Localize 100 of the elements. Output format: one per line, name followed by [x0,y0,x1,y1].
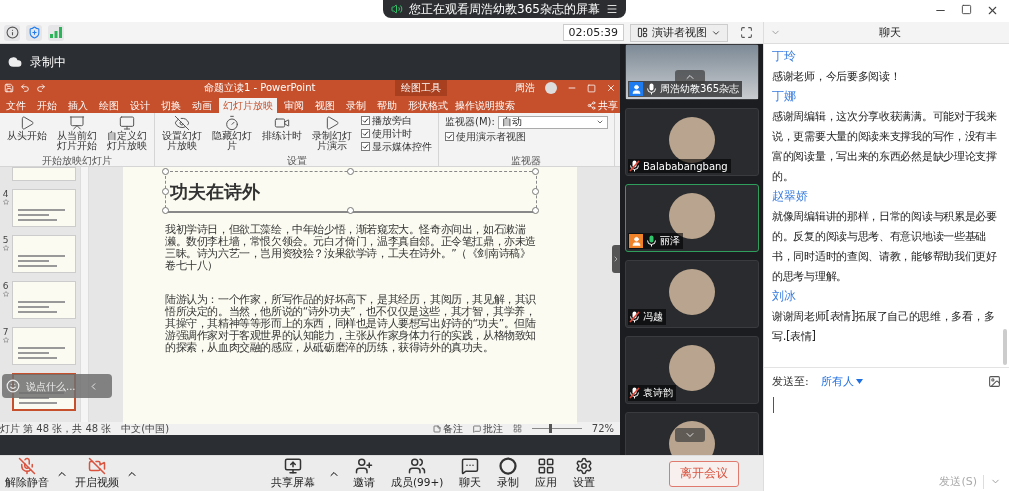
view-icon[interactable] [512,424,522,433]
redo-icon[interactable] [36,83,46,93]
ribbon-button[interactable]: 自定义幻灯片放映 [103,115,151,155]
share-icon [587,101,596,110]
slide-thumbnail[interactable] [12,189,76,227]
language: 中文(中国) [121,422,170,435]
ribbon-button[interactable]: 从头开始 [3,115,51,155]
checkbox-option[interactable]: 显示媒体控件 [361,141,432,152]
ribbon-tab[interactable]: 动画 [188,98,216,113]
image-icon[interactable] [988,375,1001,388]
resize-handle[interactable] [162,168,169,175]
participant-tile[interactable]: 袁诗韵 [625,336,759,404]
ribbon-tab[interactable]: 绘图 [95,98,123,113]
resize-handle[interactable] [162,207,169,214]
ribbon-button[interactable]: 设置幻灯片放映 [158,115,206,155]
comment-field-toast[interactable]: 说点什么... [2,374,112,398]
avatar [669,117,715,163]
toolbar-button[interactable]: 共享屏幕 [268,457,318,490]
search-field[interactable]: 操作说明搜索 [455,98,515,113]
undo-icon[interactable] [20,83,30,93]
comment-icon [472,424,481,433]
checkbox-option[interactable]: 使用演示者视图 [445,131,608,142]
slide-thumbnail[interactable] [12,235,76,273]
notes-button[interactable]: 备注 [432,422,463,435]
recipient-dropdown[interactable]: 所有人 [820,374,863,389]
checkbox[interactable] [361,129,370,138]
ribbon-tab[interactable]: 帮助 [373,98,401,113]
notes-icon [432,424,441,433]
ribbon-button[interactable]: 隐藏幻灯片 [208,115,256,155]
participant-tile[interactable]: Balababangbang [625,108,759,176]
resize-handle[interactable] [532,187,539,195]
slide-thumbnail[interactable] [12,281,76,319]
resize-handle[interactable] [532,207,539,214]
ribbon-tab[interactable]: 审阅 [280,98,308,113]
zoom-thumb[interactable] [549,424,553,433]
chat-bubble-icon [461,457,480,475]
cloud-icon [8,55,22,69]
ribbon-button[interactable]: 排练计时 [258,115,306,155]
menu-icon[interactable] [605,3,618,15]
toolbar-button[interactable]: 邀请 [350,457,378,490]
info-icon[interactable] [4,24,20,41]
resize-handle[interactable] [532,168,539,175]
ribbon-tab[interactable]: 插入 [64,98,92,113]
resize-handle[interactable] [162,187,169,195]
checkbox-option[interactable]: 播放旁白 [361,115,432,126]
title-textbox[interactable]: 功夫在诗外 [165,171,537,213]
avatar[interactable] [545,82,557,94]
monitor-select[interactable]: 自动 [497,115,608,129]
ribbon-tab[interactable]: 录制 [342,98,370,113]
ribbon-tab[interactable]: 文件 [2,98,30,113]
toolbar-button[interactable]: 应用 [532,457,561,490]
resize-handle[interactable] [347,207,354,214]
shield-icon[interactable] [26,24,42,41]
collapse-button[interactable] [612,245,620,273]
ribbon-button[interactable]: 录制幻灯片演示 [308,115,356,155]
toolbar-button[interactable]: 开启视频 [72,457,122,490]
leave-meeting-button[interactable]: 离开会议 [669,460,739,487]
save-icon[interactable] [4,83,14,93]
toolbar-button[interactable]: 解除静音 [2,457,52,490]
ribbon-tab[interactable]: 视图 [311,98,339,113]
fullscreen-icon[interactable] [740,26,753,39]
ribbon-tab[interactable]: 开始 [33,98,61,113]
maximize-icon[interactable] [961,4,972,15]
user-name: 周浩 [515,81,535,95]
ribbon-button[interactable]: 从当前幻灯片开始 [53,115,101,155]
signal-icon[interactable] [48,24,64,41]
slide-thumbnail[interactable] [12,327,76,365]
checkbox[interactable] [361,116,370,125]
slide-thumbnail[interactable] [12,167,76,181]
checkbox[interactable] [445,132,454,141]
slide-number: 5 [2,235,9,245]
checkbox[interactable] [361,142,370,151]
ribbon-tab[interactable]: 设计 [126,98,154,113]
toolbar-button[interactable]: 录制 [494,457,523,490]
scrollbar[interactable] [80,167,89,422]
people-icon [408,457,427,475]
sender-name: 丁娜 [772,88,797,105]
scrollbar-thumb[interactable] [1003,329,1007,365]
ribbon-tab[interactable]: 形状格式 [404,98,452,113]
participant-tile[interactable]: 冯越 [625,260,759,328]
ribbon-tab[interactable]: 幻灯片放映 [219,98,277,113]
share-button[interactable]: 共享 [587,98,618,113]
view-mode-button[interactable]: 演讲者视图 [630,23,728,42]
scroll-down-button[interactable] [675,428,705,442]
checkbox-option[interactable]: 使用计时 [361,128,432,139]
participant-tile[interactable]: 周浩幼教365杂志 [625,44,759,100]
comments-button[interactable]: 批注 [472,422,503,435]
transition-icon [2,337,9,343]
resize-handle[interactable] [347,168,354,175]
comment-input[interactable]: 说点什么... [24,379,84,393]
message-text: 感谢老师，今后要多阅读！ [772,68,902,85]
recording-status: 录制中 [30,53,66,71]
toolbar-button[interactable]: 设置 [570,457,599,490]
toolbar-button[interactable]: 聊天 [456,457,485,490]
scroll-up-button[interactable] [675,70,705,84]
ribbon-tab[interactable]: 切换 [157,98,185,113]
close-icon[interactable] [986,4,999,17]
timer-icon [224,115,240,131]
participant-tile[interactable]: 丽泽 [625,184,759,252]
toolbar-button[interactable]: 成员(99+) [388,457,447,490]
